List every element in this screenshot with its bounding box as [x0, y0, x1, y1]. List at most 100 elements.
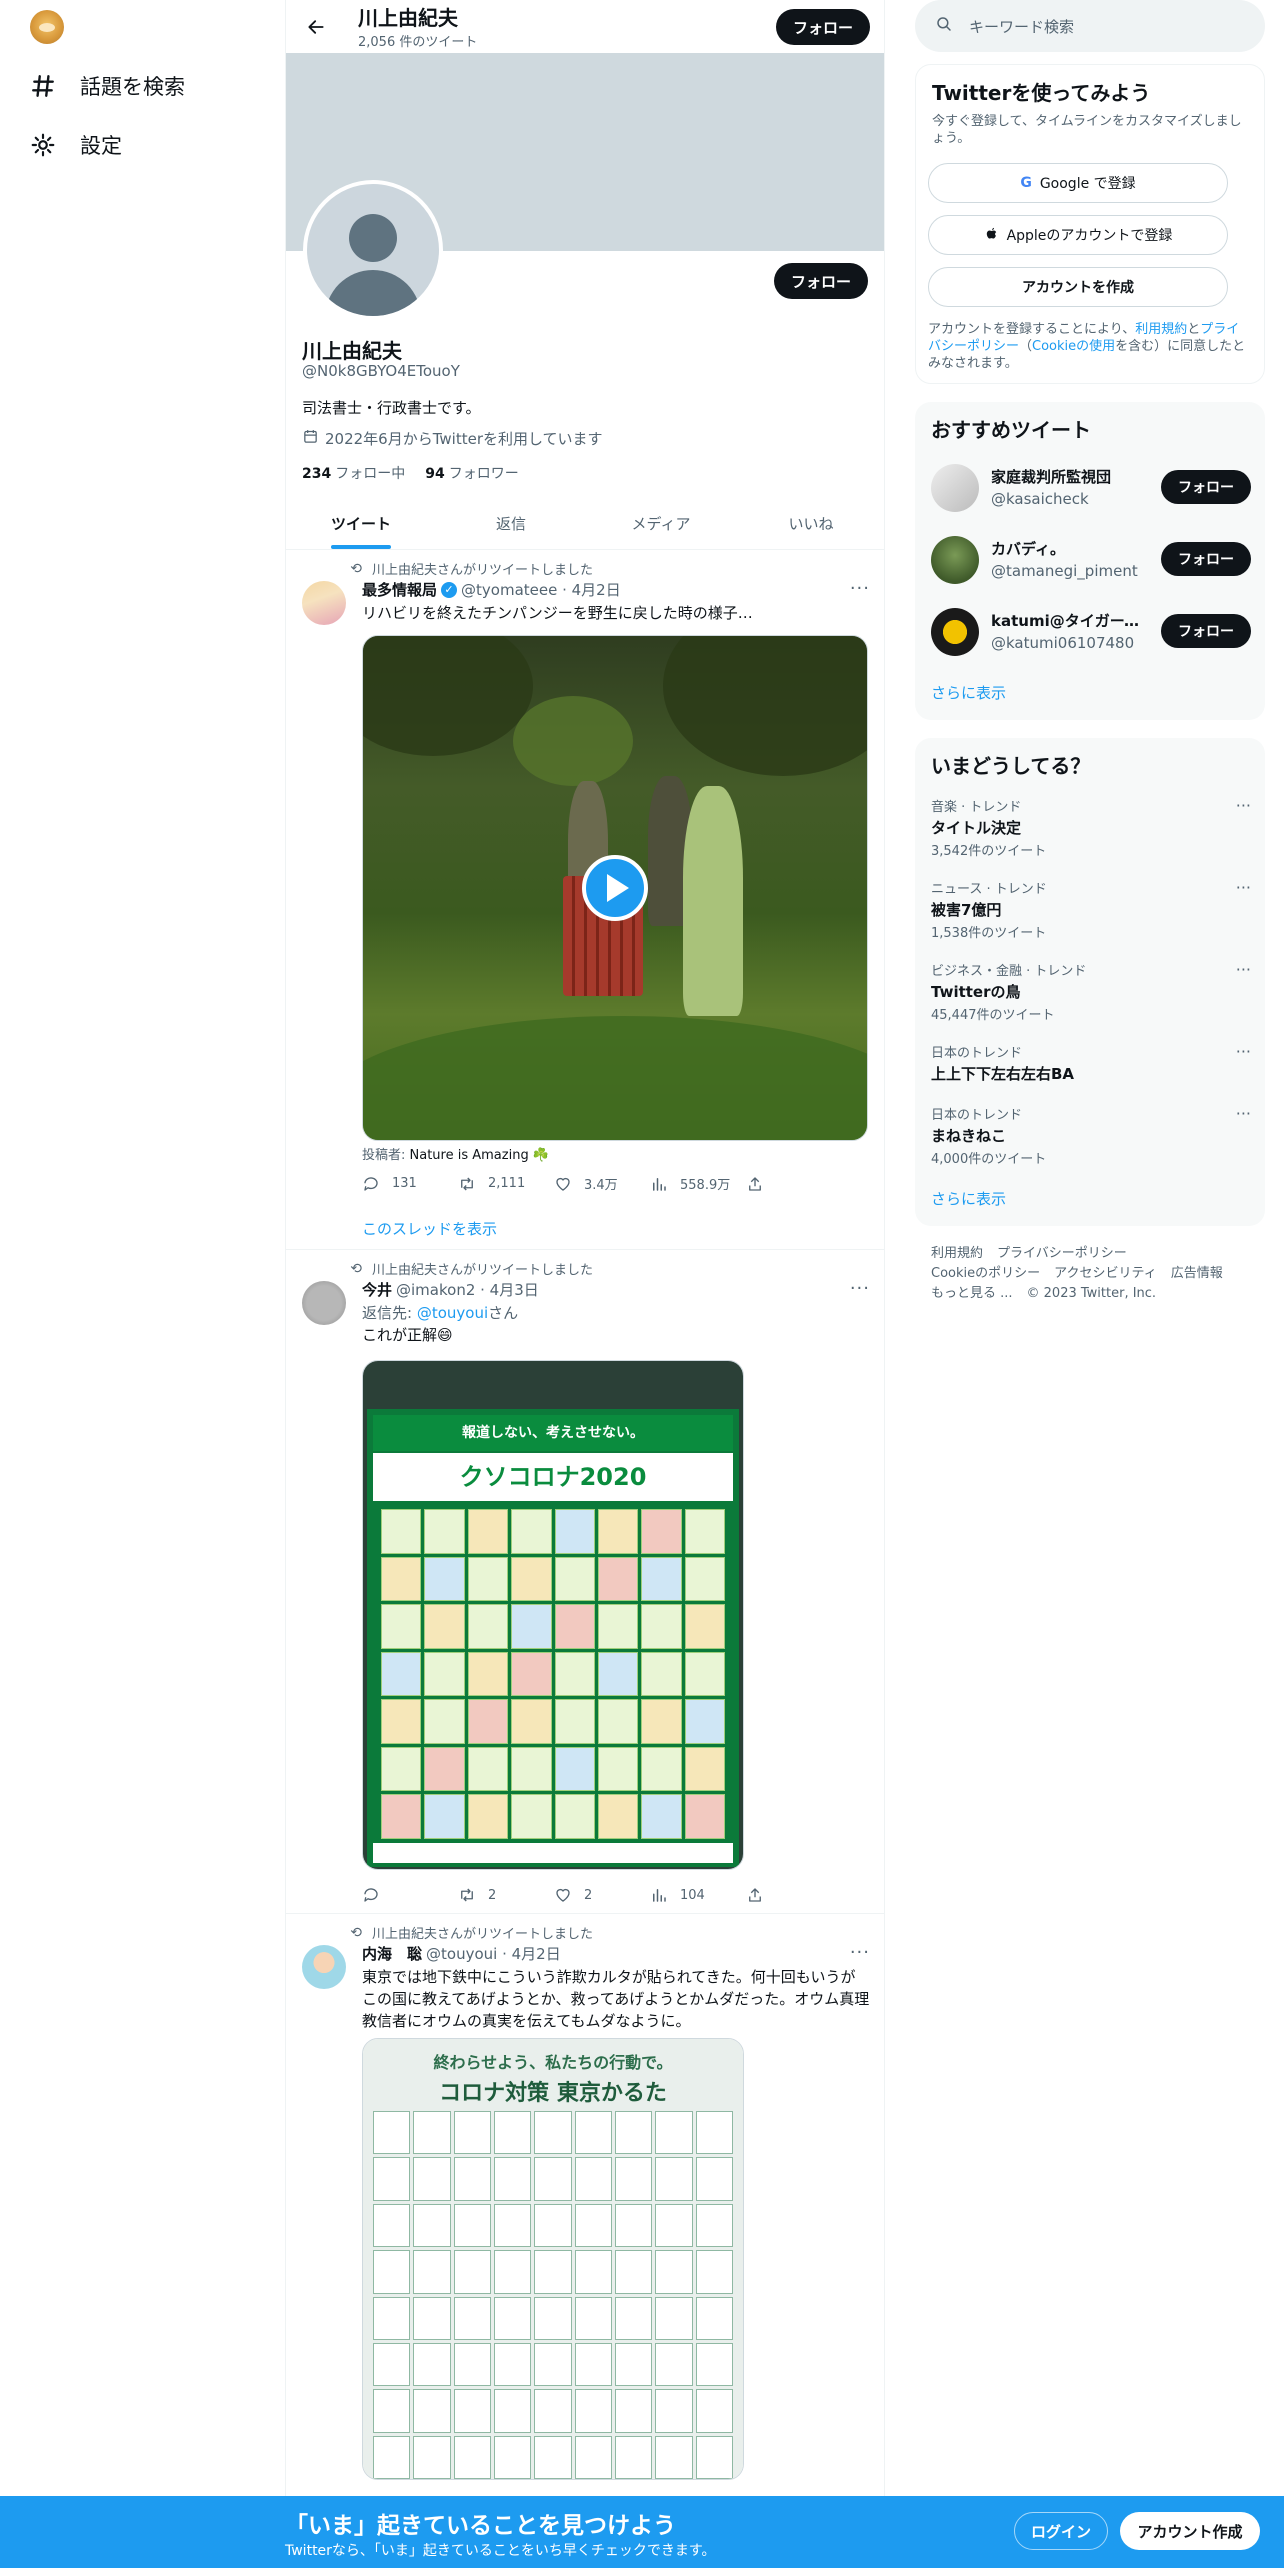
footer-privacy-link[interactable]: プライバシーポリシー	[997, 1246, 1127, 1261]
more-options-icon[interactable]: ···	[850, 1278, 870, 1299]
search-input[interactable]: キーワード検索	[969, 16, 1074, 37]
views-chart-icon	[653, 1177, 666, 1191]
tab-tweets[interactable]: ツイート	[286, 497, 436, 549]
tweet-author-name[interactable]: 内海 聡	[362, 1943, 422, 1964]
apple-signup-button[interactable]: Appleのアカウントで登録	[928, 215, 1228, 255]
share-icon	[749, 1176, 761, 1191]
tab-likes[interactable]: いいね	[736, 497, 884, 549]
tweet-header: 内海 聡 @touyoui · 4月2日	[362, 1943, 561, 1964]
recommended-user[interactable]: カバディ。 @tamanegi_piment フォロー	[931, 534, 1251, 586]
signup-legal: アカウントを登録することにより、利用規約とプライバシーポリシー（Cookieの使…	[928, 322, 1246, 371]
retweet-button[interactable]: 2	[458, 1886, 554, 1904]
nav-explore[interactable]: 話題を検索	[28, 56, 185, 116]
tweet-handle-date[interactable]: @touyoui · 4月2日	[426, 1943, 561, 1964]
more-options-icon[interactable]: ···	[1236, 1104, 1251, 1123]
profile-avatar[interactable]	[303, 180, 443, 320]
avatar	[931, 536, 979, 584]
signup-title: Twitterを使ってみよう	[932, 81, 1151, 105]
trends-show-more[interactable]: さらに表示	[931, 1188, 1006, 1209]
tweet-video[interactable]	[362, 635, 868, 1141]
terms-link[interactable]: 利用規約	[1135, 322, 1187, 337]
back-arrow-icon[interactable]	[298, 9, 334, 45]
follow-button[interactable]: フォロー	[1161, 470, 1251, 504]
cookie-link[interactable]: Cookieの使用	[1032, 339, 1115, 354]
more-options-icon[interactable]: ···	[1236, 796, 1251, 815]
recommended-show-more[interactable]: さらに表示	[931, 682, 1006, 703]
followers-link[interactable]: 94 フォロワー	[425, 463, 518, 483]
tweet-actions: 131 2,111 3.4万 558.9万	[362, 1174, 782, 1193]
signup-subtitle: 今すぐ登録して、タイムラインをカスタマイズしましょう。	[932, 114, 1242, 146]
share-icon	[749, 1888, 761, 1902]
create-account-button[interactable]: アカウントを作成	[928, 267, 1228, 307]
profile-joined: 2022年6月からTwitterを利用しています	[302, 428, 603, 449]
doge-logo-icon[interactable]	[30, 10, 64, 44]
share-button[interactable]	[746, 1886, 776, 1904]
follow-button[interactable]: フォロー	[1161, 614, 1251, 648]
tweet-avatar[interactable]	[302, 1945, 346, 1989]
reply-button[interactable]	[362, 1886, 458, 1904]
trend-item[interactable]: ビジネス・金融 · トレンド Twitterの鳥 45,447件のツイート ··…	[931, 960, 1251, 1023]
hashtag-icon	[28, 71, 58, 101]
tweet[interactable]: ⟲ 川上由紀夫さんがリツイートしました 今井 @imakon2 · 4月3日 ·…	[286, 1250, 884, 1914]
more-options-icon[interactable]: ···	[850, 1942, 870, 1963]
signup-button[interactable]: アカウント作成	[1120, 2512, 1260, 2550]
more-options-icon[interactable]: ···	[1236, 960, 1251, 979]
profile-handle: @N0k8GBYO4ETouoY	[302, 362, 460, 380]
prompt-title: 「いま」起きていることを見つけよう	[285, 2513, 676, 2539]
tweet-author-name[interactable]: 最多情報局	[362, 579, 437, 600]
calendar-icon	[302, 428, 319, 449]
nav-settings[interactable]: 設定	[28, 115, 122, 175]
tweet-handle-date[interactable]: @imakon2 · 4月3日	[396, 1279, 539, 1300]
google-signup-button[interactable]: G Google で登録	[928, 163, 1228, 203]
trend-item[interactable]: 日本のトレンド 上上下下左右左右BA ···	[931, 1042, 1251, 1084]
reply-to-link[interactable]: @touyoui	[417, 1304, 488, 1322]
footer-ads-link[interactable]: 広告情報	[1171, 1266, 1223, 1281]
recommended-user[interactable]: 家庭裁判所監視団 @kasaicheck フォロー	[931, 462, 1251, 514]
tweet-image[interactable]: 報道しない、考えさせない。 クソコロナ2020	[362, 1360, 744, 1870]
left-nav: 話題を検索 設定	[0, 0, 284, 2568]
more-options-icon[interactable]: ···	[850, 578, 870, 599]
share-button[interactable]	[746, 1174, 776, 1193]
tweet[interactable]: ⟲ 川上由紀夫さんがリツイートしました 最多情報局 ✓ @tyomateee ·…	[286, 550, 884, 1250]
tweet-avatar[interactable]	[302, 581, 346, 625]
tweet-handle-date[interactable]: @tyomateee · 4月2日	[461, 579, 621, 600]
views-button[interactable]: 104	[650, 1886, 746, 1904]
views-button[interactable]: 558.9万	[650, 1174, 746, 1193]
tweet-image[interactable]: 終わらせよう、私たちの行動で。 コロナ対策 東京かるた	[362, 2038, 744, 2480]
following-link[interactable]: 234 フォロー中	[302, 463, 405, 483]
footer-cookie-link[interactable]: Cookieのポリシー	[931, 1266, 1040, 1281]
reply-icon	[364, 1176, 378, 1191]
like-button[interactable]: 3.4万	[554, 1174, 650, 1193]
sidebar-footer: 利用規約 プライバシーポリシー Cookieのポリシー アクセシビリティ 広告情報 も…	[931, 1244, 1251, 1304]
tweet-avatar[interactable]	[302, 1281, 346, 1325]
footer-more-link[interactable]: もっと見る ...	[931, 1286, 1013, 1301]
more-options-icon[interactable]: ···	[1236, 1042, 1251, 1061]
reply-button[interactable]: 131	[362, 1174, 458, 1193]
tweet-author-name[interactable]: 今井	[362, 1279, 392, 1300]
more-options-icon[interactable]: ···	[1236, 878, 1251, 897]
prompt-subtitle: Twitterなら、「いま」起きていることをいち早くチェックできます。	[285, 2543, 716, 2559]
profile-follow-button[interactable]: フォロー	[774, 263, 868, 299]
footer-terms-link[interactable]: 利用規約	[931, 1246, 983, 1261]
follow-button[interactable]: フォロー	[1161, 542, 1251, 576]
header-follow-button[interactable]: フォロー	[776, 9, 870, 45]
profile-tabs: ツイート 返信 メディア いいね	[286, 497, 884, 550]
profile-bio: 司法書士・行政書士です。	[302, 399, 481, 417]
tab-replies[interactable]: 返信	[436, 497, 586, 549]
footer-accessibility-link[interactable]: アクセシビリティ	[1054, 1266, 1157, 1281]
tweet[interactable]: ⟲ 川上由紀夫さんがリツイートしました 内海 聡 @touyoui · 4月2日…	[286, 1914, 884, 2568]
search-box[interactable]: キーワード検索	[915, 0, 1265, 52]
recommended-user[interactable]: katumi@タイガース... @katumi06107480 フォロー	[931, 606, 1251, 658]
like-button[interactable]: 2	[554, 1886, 650, 1904]
trend-item[interactable]: 日本のトレンド まねきねこ 4,000件のツイート ···	[931, 1104, 1251, 1167]
login-button[interactable]: ログイン	[1014, 2512, 1108, 2550]
play-video-button[interactable]	[582, 855, 648, 921]
heart-icon	[556, 1888, 570, 1902]
trend-item[interactable]: 音楽 · トレンド タイトル決定 3,542件のツイート ···	[931, 796, 1251, 859]
trend-item[interactable]: ニュース · トレンド 被害7億円 1,538件のツイート ···	[931, 878, 1251, 941]
tweet-text: 東京では地下鉄中にこういう詐欺カルタが貼られてきた。何十回もいうがこの国に教えて…	[362, 1968, 870, 2030]
recommended-title: おすすめツイート	[931, 418, 1091, 442]
show-thread-link[interactable]: このスレッドを表示	[362, 1218, 870, 1240]
retweet-button[interactable]: 2,111	[458, 1174, 554, 1193]
tab-media[interactable]: メディア	[586, 497, 736, 549]
